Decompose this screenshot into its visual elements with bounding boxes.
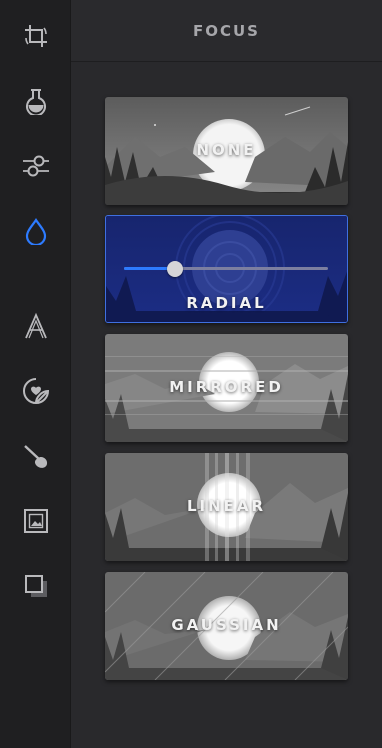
text-icon xyxy=(25,312,47,339)
tool-sidebar xyxy=(0,0,71,748)
filter-label-radial: RADIAL xyxy=(186,294,267,312)
frame-tool-button[interactable] xyxy=(15,500,57,542)
text-tool-button[interactable] xyxy=(15,305,57,347)
drop-icon xyxy=(25,218,47,245)
overlay-tool-button[interactable] xyxy=(15,565,57,607)
frame-icon xyxy=(24,509,48,533)
brush-tool-button[interactable] xyxy=(15,435,57,477)
filter-label-linear: LINEAR xyxy=(186,497,267,515)
sticker-icon xyxy=(23,378,50,404)
crop-rotate-icon xyxy=(25,25,47,47)
adjust-tool-button[interactable] xyxy=(15,145,57,187)
panel-title: FOCUS xyxy=(193,21,260,40)
transform-tool-button[interactable] xyxy=(15,15,57,57)
filter-label-gaussian: GAUSSIAN xyxy=(171,616,282,634)
panel-header: FOCUS xyxy=(71,0,382,62)
filter-card-radial[interactable]: RADIAL xyxy=(105,215,348,323)
sticker-tool-button[interactable] xyxy=(15,370,57,412)
overlay-icon xyxy=(25,575,47,597)
filter-card-none[interactable]: NONE xyxy=(105,97,348,205)
filter-card-mirrored[interactable]: MIRRORED xyxy=(105,334,348,442)
blur-intensity-slider[interactable] xyxy=(124,260,328,278)
slider-knob[interactable] xyxy=(167,261,183,277)
filter-card-gaussian[interactable]: GAUSSIAN xyxy=(105,572,348,680)
focus-tool-button[interactable] xyxy=(15,210,57,252)
brush-icon xyxy=(24,445,48,468)
filter-card-linear[interactable]: LINEAR xyxy=(105,453,348,561)
filter-label-none: NONE xyxy=(196,141,257,159)
filter-label-mirrored: MIRRORED xyxy=(169,378,284,396)
focus-panel: FOCUS NONE RADIAL MIRRORED LINEAR GAUSSI… xyxy=(71,0,382,748)
adjust-sliders-icon xyxy=(23,155,49,177)
filter-tool-button[interactable] xyxy=(15,80,57,122)
flask-icon xyxy=(26,89,46,115)
